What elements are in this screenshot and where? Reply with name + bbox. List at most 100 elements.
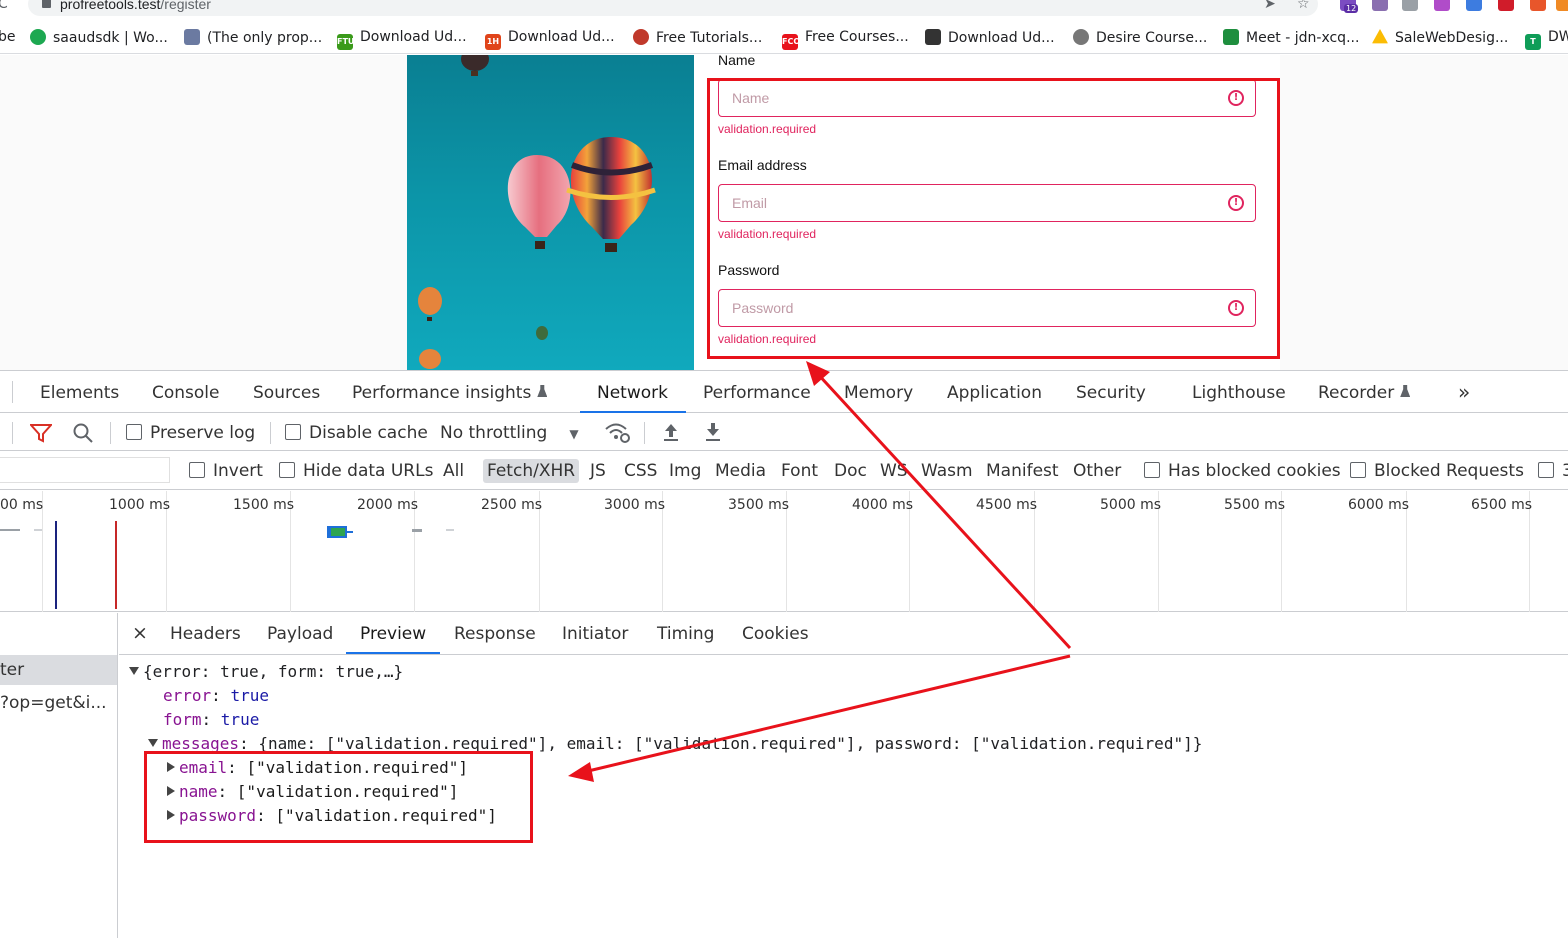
bookmark-item[interactable]: Free Tutorials... (633, 29, 762, 46)
throttling-select[interactable]: No throttling ▼ (440, 423, 579, 443)
filter-funnel-icon[interactable] (28, 423, 54, 448)
tab-initiator[interactable]: Initiator (562, 624, 628, 644)
bookmark-favicon-icon (30, 29, 46, 45)
checkbox-box (189, 462, 205, 478)
tab-console[interactable]: Console (152, 383, 220, 403)
filter-type-wasm[interactable]: Wasm (921, 461, 973, 481)
tab-sources[interactable]: Sources (253, 383, 320, 403)
timeline-tick-label: 00 ms (0, 497, 44, 513)
tab-preview[interactable]: Preview (360, 624, 426, 644)
tab-security[interactable]: Security (1076, 383, 1146, 403)
bookmark-item[interactable]: SaleWebDesig... (1372, 29, 1508, 46)
adblock-icon[interactable] (1498, 0, 1514, 11)
timeline-tick-label: 5500 ms (1224, 497, 1286, 513)
collapse-triangle-icon[interactable] (129, 667, 139, 675)
tab-elements[interactable]: Elements (40, 383, 119, 403)
network-conditions-icon[interactable] (604, 421, 630, 448)
bookmark-favicon-icon (1073, 29, 1089, 45)
request-bar (34, 529, 42, 531)
tab-response[interactable]: Response (454, 624, 536, 644)
tab-payload[interactable]: Payload (267, 624, 333, 644)
divider (12, 381, 13, 403)
hide-data-urls-checkbox[interactable]: Hide data URLs (279, 461, 433, 481)
bookmark-label: Free Courses... (805, 29, 909, 45)
blocked-requests-checkbox[interactable]: Blocked Requests (1350, 461, 1524, 481)
camera-icon[interactable] (1402, 0, 1418, 11)
extension-icon-8[interactable] (1556, 0, 1568, 11)
tab-recorder[interactable]: Recorder (1318, 383, 1411, 403)
bookmark-item[interactable]: Download Ud... (925, 29, 1055, 46)
tab-performance-insights[interactable]: Performance insights (352, 383, 548, 403)
close-icon[interactable]: × (132, 622, 148, 644)
bookmark-item[interactable]: be (0, 29, 16, 45)
filter-type-other[interactable]: Other (1073, 461, 1121, 481)
extension-icon-7[interactable] (1530, 0, 1546, 11)
tab-timing[interactable]: Timing (657, 624, 714, 644)
checkbox-label: Hide data URLs (303, 461, 434, 481)
bookmark-item[interactable]: FTU Download Ud... (337, 29, 467, 50)
omnibox[interactable] (28, 0, 1318, 16)
filter-type-all[interactable]: All (443, 461, 464, 481)
bookmark-item[interactable]: T DW (1525, 29, 1568, 50)
network-timeline-overview[interactable]: 00 ms 1000 ms 1500 ms 2000 ms 2500 ms 30… (0, 491, 1568, 612)
url-path: /register (160, 0, 211, 12)
hot-air-balloons-image (407, 55, 694, 370)
filter-type-js[interactable]: JS (590, 461, 606, 481)
timeline-tick-label: 2000 ms (357, 497, 419, 513)
tab-performance[interactable]: Performance (703, 383, 811, 403)
invert-checkbox[interactable]: Invert (189, 461, 263, 481)
bookmark-item[interactable]: Meet - jdn-xcq... (1223, 29, 1359, 46)
timeline-tick-label: 3000 ms (604, 497, 666, 513)
json-root[interactable]: {error: true, form: true,…} (129, 662, 403, 681)
import-har-icon[interactable] (662, 422, 680, 447)
tab-cookies[interactable]: Cookies (742, 624, 809, 644)
url-text[interactable]: profreetools.test/register (60, 0, 211, 12)
bookmark-item[interactable]: (The only prop... (184, 29, 322, 46)
lock-icon[interactable] (42, 0, 51, 8)
filter-type-ws[interactable]: WS (880, 461, 908, 481)
bookmark-item[interactable]: saaudsdk | Wo... (30, 29, 168, 46)
tab-label: Performance insights (352, 383, 532, 403)
bookmark-item[interactable]: FCO Free Courses... (782, 29, 909, 50)
filter-type-font[interactable]: Font (781, 461, 818, 481)
timeline-tick-label: 3500 ms (728, 497, 790, 513)
tab-network[interactable]: Network (597, 383, 668, 403)
filter-type-css[interactable]: CSS (624, 461, 657, 481)
collapse-triangle-icon[interactable] (148, 739, 158, 747)
send-icon[interactable]: ➤ (1264, 0, 1296, 12)
search-icon[interactable] (72, 422, 94, 449)
disable-cache-checkbox[interactable]: Disable cache (285, 423, 428, 443)
tab-memory[interactable]: Memory (844, 383, 913, 403)
third-party-checkbox[interactable]: 3 (1538, 461, 1568, 481)
export-har-icon[interactable] (704, 422, 722, 447)
bookmark-item[interactable]: 1H Download Ud... (485, 29, 615, 50)
extension-icon-5[interactable] (1466, 0, 1482, 11)
reload-icon[interactable]: C (0, 0, 8, 12)
filter-type-doc[interactable]: Doc (834, 461, 867, 481)
more-tabs-icon[interactable]: » (1458, 380, 1470, 404)
request-row[interactable]: ter (0, 655, 117, 685)
load-event-marker (115, 521, 117, 609)
checkbox-box (285, 424, 301, 440)
filter-type-manifest[interactable]: Manifest (986, 461, 1059, 481)
filter-type-media[interactable]: Media (715, 461, 766, 481)
has-blocked-cookies-checkbox[interactable]: Has blocked cookies (1144, 461, 1341, 481)
filter-type-img[interactable]: Img (669, 461, 701, 481)
tab-application[interactable]: Application (947, 383, 1042, 403)
timeline-tick-label: 1500 ms (233, 497, 295, 513)
tab-headers[interactable]: Headers (170, 624, 241, 644)
tab-lighthouse[interactable]: Lighthouse (1192, 383, 1286, 403)
filter-type-fetch-xhr[interactable]: Fetch/XHR (483, 459, 580, 483)
star-icon[interactable]: ☆ (1297, 0, 1330, 12)
request-row[interactable]: ?op=get&i... (0, 688, 117, 718)
bookmark-favicon-icon (1372, 29, 1388, 44)
bookmark-item[interactable]: Desire Course... (1073, 29, 1207, 46)
checkbox-label: Preserve log (150, 423, 256, 443)
filter-input[interactable] (0, 457, 170, 483)
preserve-log-checkbox[interactable]: Preserve log (126, 423, 255, 443)
extension-icon-2[interactable] (1372, 0, 1388, 11)
balloons-illustration (418, 55, 656, 369)
timeline-tick-label: 5000 ms (1100, 497, 1162, 513)
timeline-tick-label: 6500 ms (1471, 497, 1533, 513)
extension-icon-4[interactable] (1434, 0, 1450, 11)
